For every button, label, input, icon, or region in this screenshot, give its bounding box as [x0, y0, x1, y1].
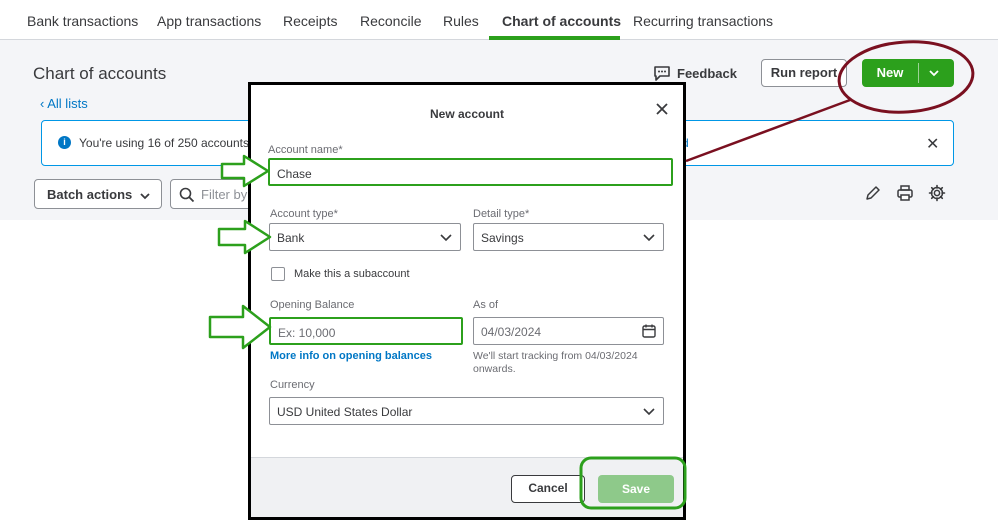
opening-balance-label: Opening Balance	[270, 299, 355, 311]
filter-placeholder: Filter by	[201, 187, 248, 202]
all-lists-link[interactable]: ‹ All lists	[40, 96, 88, 111]
account-type-select[interactable]: Bank	[269, 223, 461, 251]
tracking-helper-text: We'll start tracking from 04/03/2024 onw…	[473, 350, 638, 375]
tab-rules[interactable]: Rules	[443, 13, 479, 29]
opening-balance-placeholder: Ex: 10,000	[278, 326, 336, 340]
batch-actions-dropdown[interactable]: Batch actions	[34, 179, 162, 209]
page-title: Chart of accounts	[33, 64, 167, 83]
new-account-dialog: New account Account name* Chase Account …	[248, 82, 686, 520]
account-name-value: Chase	[277, 167, 312, 181]
run-report-button[interactable]: Run report	[761, 59, 847, 87]
close-icon[interactable]	[655, 102, 669, 116]
detail-type-value: Savings	[481, 231, 524, 245]
account-name-label: Account name*	[268, 144, 343, 156]
search-icon	[179, 187, 195, 203]
print-icon[interactable]	[896, 184, 914, 202]
chevron-down-icon	[643, 408, 655, 416]
dialog-title: New account	[429, 107, 504, 121]
tab-chart-of-accounts[interactable]: Chart of accounts	[502, 13, 621, 29]
pencil-icon[interactable]	[864, 184, 882, 202]
table-tools	[864, 184, 946, 202]
transactions-tab-bar: Bank transactions App transactions Recei…	[0, 0, 998, 40]
account-type-value: Bank	[277, 231, 305, 245]
account-name-input[interactable]: Chase	[268, 158, 673, 186]
as-of-value: 04/03/2024	[481, 325, 542, 339]
as-of-date-input[interactable]: 04/03/2024	[473, 317, 664, 345]
chevron-down-icon[interactable]	[928, 67, 940, 79]
chevron-down-icon	[440, 234, 452, 242]
chat-bubble-icon	[654, 66, 670, 81]
tab-receipts[interactable]: Receipts	[283, 13, 337, 29]
opening-balance-input[interactable]: Ex: 10,000	[269, 317, 463, 345]
detail-type-select[interactable]: Savings	[473, 223, 664, 251]
as-of-label: As of	[473, 299, 499, 311]
chevron-down-icon	[140, 193, 150, 200]
cancel-button[interactable]: Cancel	[511, 475, 585, 503]
quickbooks-chart-of-accounts-screen: Bank transactions App transactions Recei…	[0, 0, 998, 520]
dialog-footer: Cancel Save	[251, 457, 683, 517]
close-icon[interactable]: ✕	[926, 134, 939, 154]
tab-recurring-transactions[interactable]: Recurring transactions	[633, 13, 773, 29]
info-icon: i	[58, 136, 71, 149]
tab-app-transactions[interactable]: App transactions	[157, 13, 261, 29]
new-button-label: New	[876, 65, 904, 80]
tab-reconcile[interactable]: Reconcile	[360, 13, 421, 29]
feedback-button[interactable]: Feedback	[653, 65, 737, 82]
batch-actions-label: Batch actions	[47, 187, 133, 202]
account-type-label: Account type*	[270, 208, 338, 220]
gear-icon[interactable]	[928, 184, 946, 202]
currency-value: USD United States Dollar	[277, 405, 413, 419]
all-lists-label: All lists	[47, 96, 88, 111]
chevron-left-icon: ‹	[40, 96, 45, 111]
feedback-label: Feedback	[677, 66, 737, 81]
currency-label: Currency	[270, 379, 315, 391]
subaccount-checkbox[interactable]	[271, 267, 285, 281]
subaccount-label: Make this a subaccount	[294, 268, 410, 280]
banner-text: You're using 16 of 250 accounts	[79, 136, 249, 150]
calendar-icon[interactable]	[641, 323, 657, 339]
detail-type-label: Detail type*	[473, 208, 530, 220]
button-divider	[918, 63, 919, 83]
currency-select[interactable]: USD United States Dollar	[269, 397, 664, 425]
tab-bank-transactions[interactable]: Bank transactions	[27, 13, 138, 29]
new-account-button[interactable]: New	[862, 59, 954, 87]
opening-balance-info-link[interactable]: More info on opening balances	[270, 350, 432, 362]
chevron-down-icon	[643, 234, 655, 242]
save-button[interactable]: Save	[598, 475, 674, 503]
